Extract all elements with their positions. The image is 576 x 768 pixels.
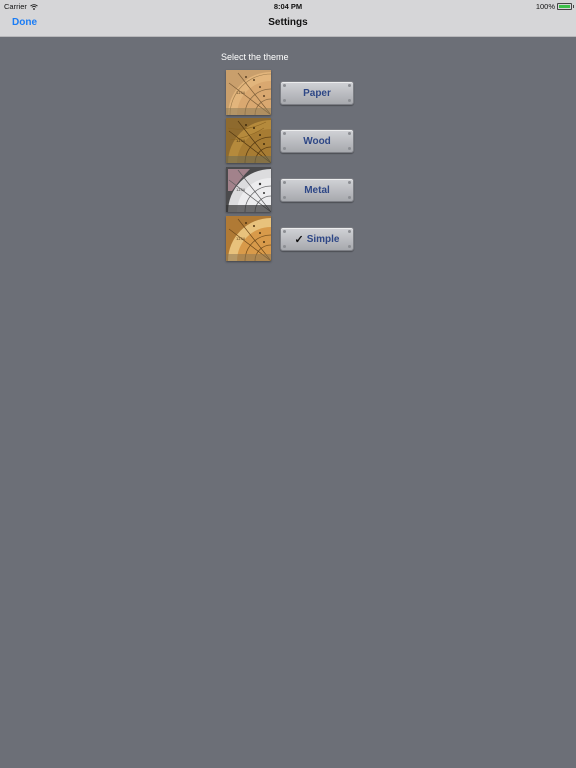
section-label: Select the theme bbox=[221, 52, 289, 62]
navigation-bar: Done Settings bbox=[0, 12, 576, 37]
paper-theme-label: Paper bbox=[303, 87, 331, 99]
page-title: Settings bbox=[268, 17, 308, 28]
metal-theme-label: Metal bbox=[304, 184, 330, 196]
theme-row-simple: 1234 ✓ Simple bbox=[226, 216, 356, 262]
battery-percent: 100% bbox=[535, 2, 555, 11]
checkmark-icon: ✓ bbox=[294, 233, 304, 246]
status-time: 8:04 PM bbox=[273, 2, 303, 11]
paper-theme-button[interactable]: Paper bbox=[280, 81, 354, 105]
battery-icon bbox=[557, 3, 574, 10]
wood-theme-button[interactable]: Wood bbox=[280, 129, 354, 153]
metal-theme-thumbnail[interactable]: 1234 bbox=[226, 167, 271, 212]
paper-theme-thumbnail[interactable]: 1234 bbox=[226, 70, 271, 115]
theme-row-metal: 1234 Metal bbox=[226, 167, 356, 213]
wood-theme-thumbnail[interactable]: 1234 bbox=[226, 118, 271, 163]
wood-theme-label: Wood bbox=[303, 135, 331, 147]
simple-theme-thumbnail[interactable]: 1234 bbox=[226, 216, 271, 261]
battery-indicator: 100% bbox=[535, 2, 574, 11]
simple-theme-button[interactable]: ✓ Simple bbox=[280, 227, 354, 251]
svg-text:1234: 1234 bbox=[236, 139, 246, 143]
svg-text:1234: 1234 bbox=[236, 237, 246, 241]
status-bar: Carrier 8:04 PM 100% bbox=[0, 0, 576, 12]
svg-text:1234: 1234 bbox=[236, 91, 246, 95]
theme-row-paper: 1234 Paper bbox=[226, 70, 356, 116]
svg-text:1234: 1234 bbox=[236, 188, 246, 192]
theme-row-wood: 1234 Wood bbox=[226, 118, 356, 164]
simple-theme-label: Simple bbox=[306, 233, 340, 245]
metal-theme-button[interactable]: Metal bbox=[280, 178, 354, 202]
